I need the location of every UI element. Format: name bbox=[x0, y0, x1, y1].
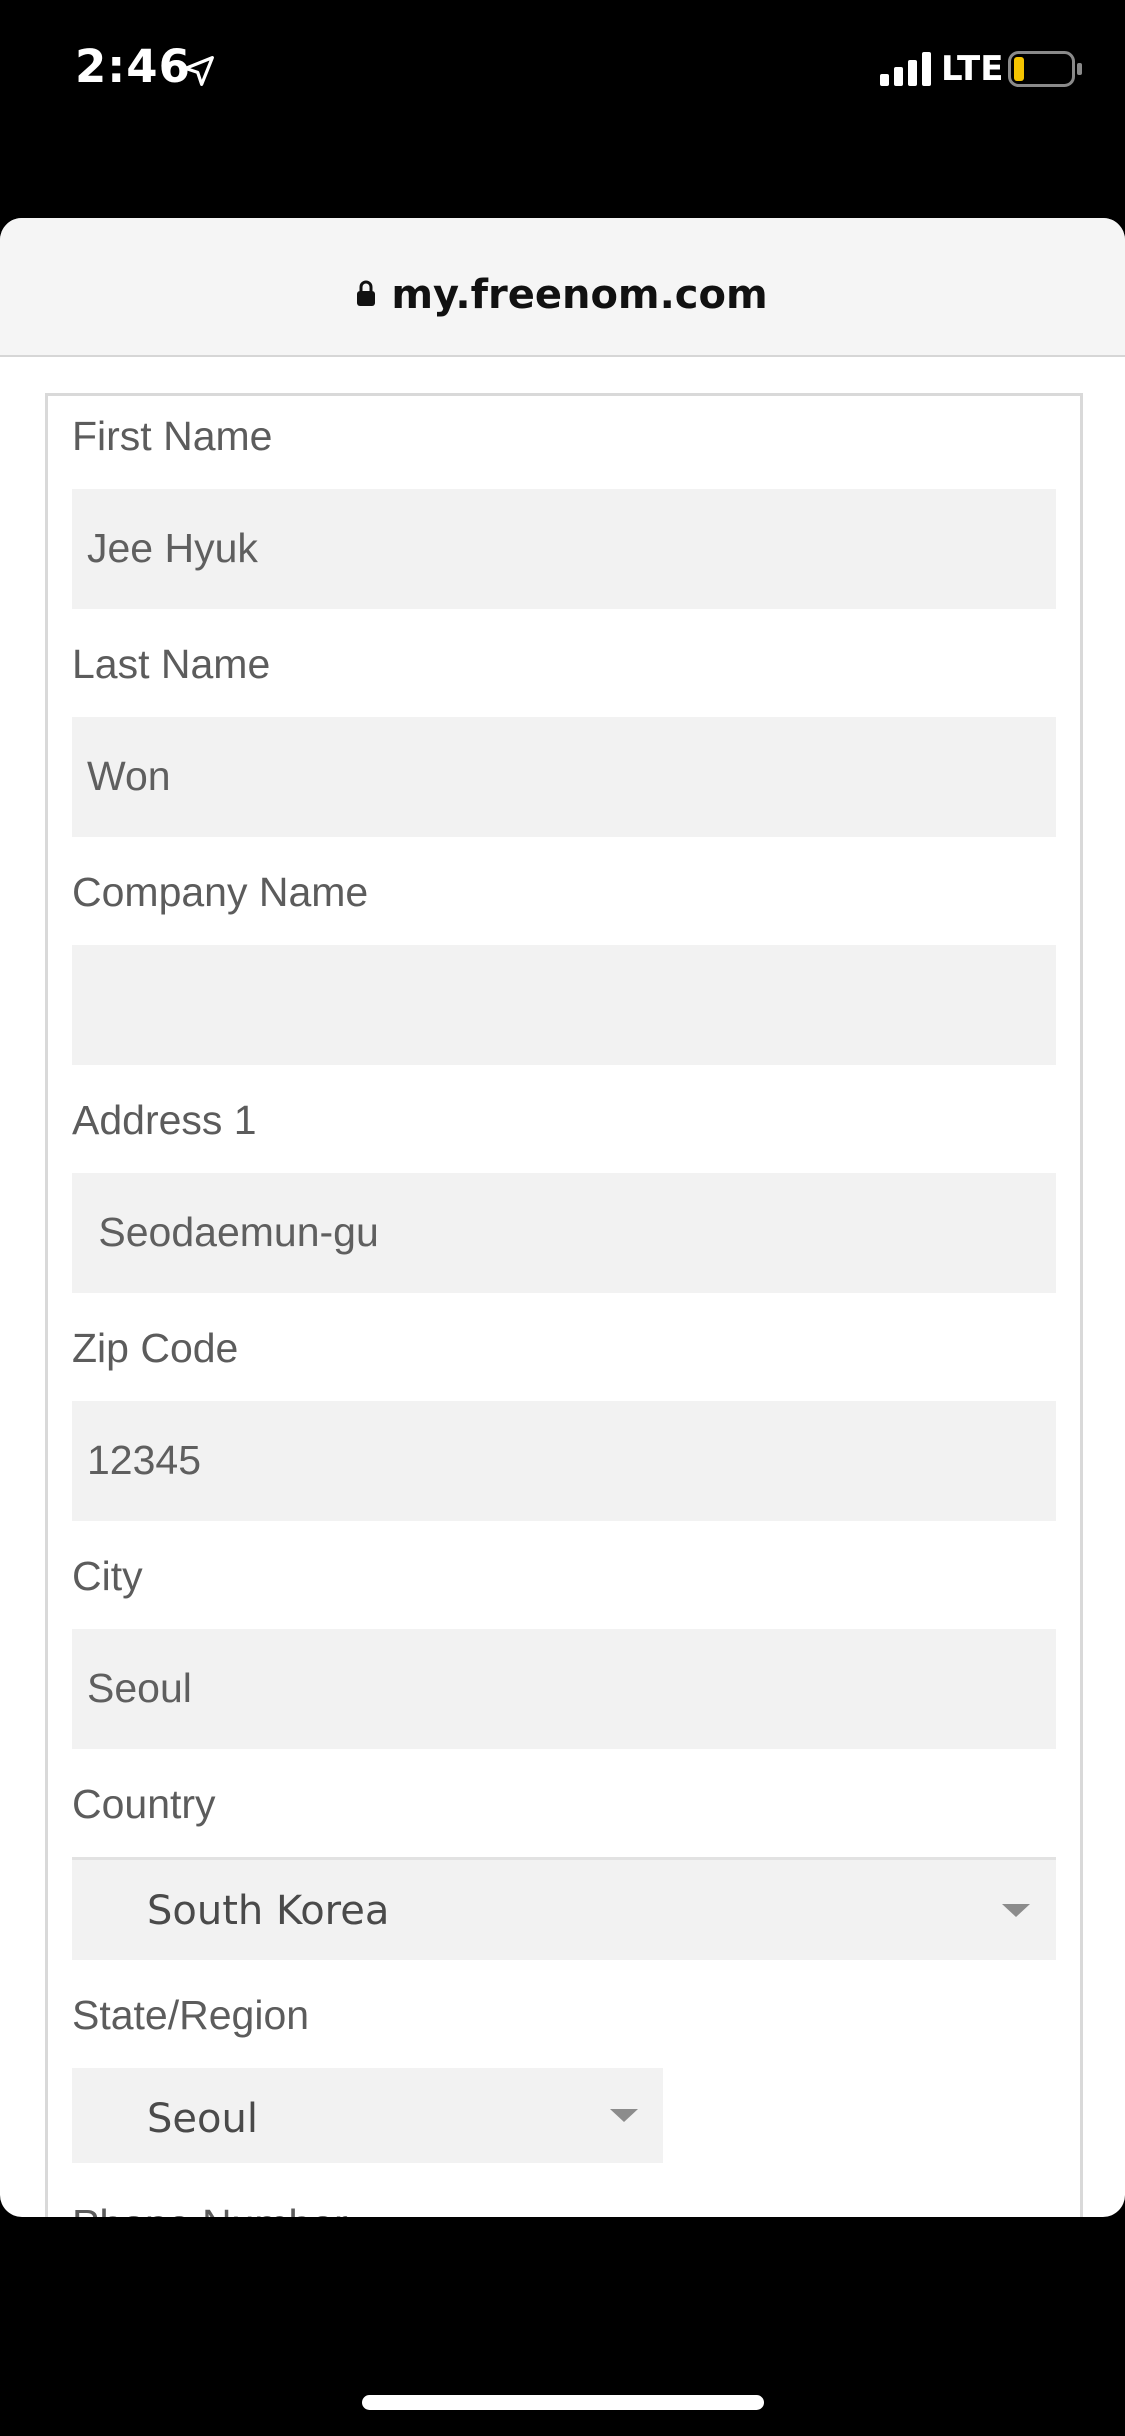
state-region-value: Seoul bbox=[147, 2096, 258, 2142]
first-name-value: Jee Hyuk bbox=[87, 525, 258, 571]
url-text: my.freenom.com bbox=[391, 272, 768, 318]
country-select[interactable]: South Korea bbox=[72, 1857, 1056, 1960]
country-label: Country bbox=[72, 1781, 216, 1827]
battery-icon bbox=[1008, 51, 1082, 87]
last-name-label: Last Name bbox=[72, 641, 271, 687]
lock-icon bbox=[357, 280, 376, 306]
company-name-label: Company Name bbox=[72, 869, 369, 915]
location-arrow-icon bbox=[184, 56, 214, 86]
country-value: South Korea bbox=[147, 1888, 390, 1934]
first-name-label: First Name bbox=[72, 413, 273, 459]
chevron-down-icon bbox=[1002, 1904, 1030, 1917]
address1-value: Seodaemun-gu bbox=[87, 1209, 379, 1255]
state-region-select[interactable]: Seoul bbox=[72, 2068, 663, 2163]
address-bar[interactable]: my.freenom.com bbox=[0, 218, 1125, 357]
address1-field[interactable]: Seodaemun-gu bbox=[72, 1173, 1056, 1293]
cellular-signal-icon bbox=[880, 52, 931, 86]
city-label: City bbox=[72, 1553, 143, 1599]
zip-code-value: 12345 bbox=[87, 1437, 202, 1483]
address1-label: Address 1 bbox=[72, 1097, 257, 1143]
zip-code-field[interactable]: 12345 bbox=[72, 1401, 1056, 1521]
contact-form: First Name Jee Hyuk Last Name Won Compan… bbox=[45, 393, 1083, 2217]
chevron-down-icon bbox=[610, 2109, 638, 2122]
state-region-label: State/Region bbox=[72, 1992, 310, 2038]
network-type: LTE bbox=[941, 49, 1004, 89]
city-field[interactable]: Seoul bbox=[72, 1629, 1056, 1749]
home-indicator[interactable] bbox=[362, 2395, 764, 2410]
first-name-field[interactable]: Jee Hyuk bbox=[72, 489, 1056, 609]
status-bar: 2:46 LTE bbox=[0, 0, 1125, 140]
phone-number-label: Phone Number bbox=[72, 2201, 348, 2217]
browser-sheet: my.freenom.com First Name Jee Hyuk Last … bbox=[0, 218, 1125, 2217]
last-name-value: Won bbox=[87, 753, 171, 799]
zip-code-label: Zip Code bbox=[72, 1325, 239, 1371]
status-time: 2:46 bbox=[75, 40, 191, 93]
company-name-field[interactable] bbox=[72, 945, 1056, 1065]
city-value: Seoul bbox=[87, 1665, 192, 1711]
last-name-field[interactable]: Won bbox=[72, 717, 1056, 837]
